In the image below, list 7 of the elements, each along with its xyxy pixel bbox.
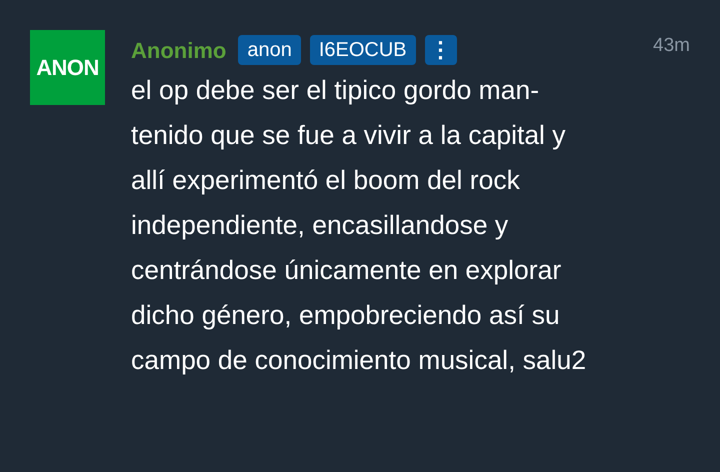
avatar: ANON: [30, 30, 105, 105]
author-name[interactable]: Anonimo: [131, 34, 226, 66]
timestamp: 43m: [653, 34, 690, 58]
user-tag: I6EOCUB: [310, 35, 416, 65]
more-options-button[interactable]: ⋮: [424, 35, 457, 65]
user-tag: anon: [238, 35, 301, 65]
comment-text: el op debe ser el tipico gordo man- tenido que se fue a vivir a la capital y allí experimentó el boom del rock independiente, encasillandose y centrándose únicamente en explorar dicho género, empobreciendo así su campo de conocimiento musical, salu2: [131, 74, 588, 377]
